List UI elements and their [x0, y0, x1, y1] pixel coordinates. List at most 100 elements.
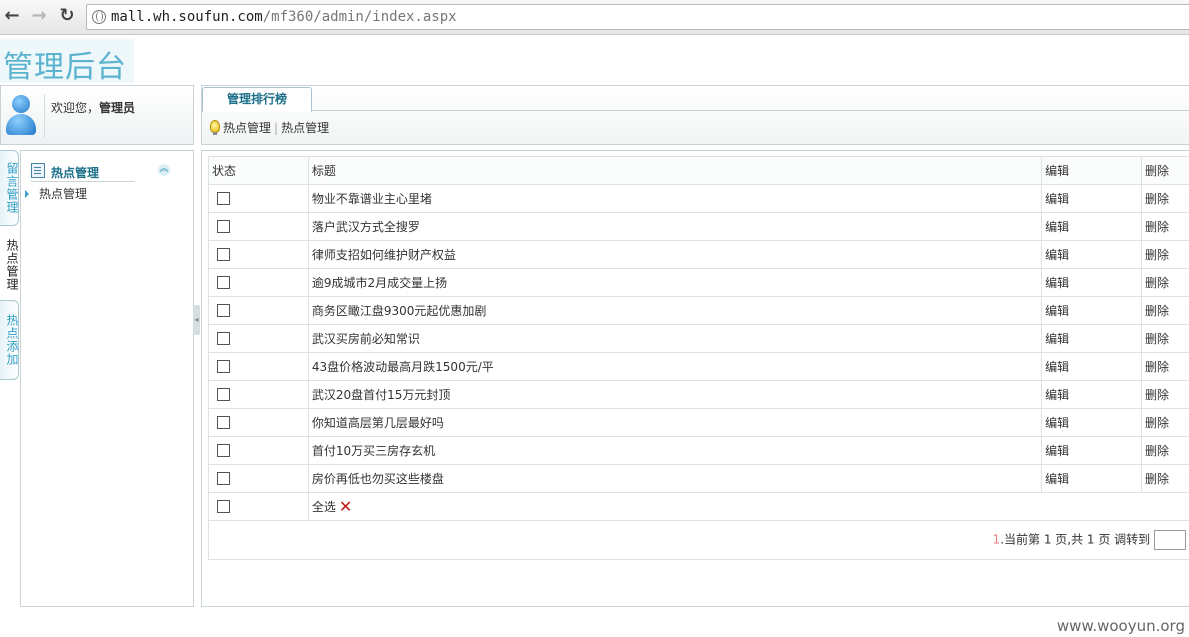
side-tab-hot-add[interactable]: 热点添加 — [0, 300, 19, 380]
select-all-checkbox[interactable] — [217, 499, 230, 513]
row-checkbox[interactable] — [217, 387, 230, 401]
edit-link[interactable]: 编辑 — [1041, 436, 1142, 465]
edit-link[interactable]: 编辑 — [1041, 464, 1142, 493]
url-text: mall.wh.soufun.com/mf360/admin/index.asp… — [111, 9, 457, 25]
side-tab-hot-management[interactable]: 热点管理 — [0, 230, 19, 300]
sidebar-title: 热点管理 — [51, 166, 100, 180]
breadcrumb-item[interactable]: 热点管理 — [281, 121, 329, 135]
column-header-title: 标题 — [307, 156, 1043, 185]
column-header-delete: 删除 — [1141, 156, 1189, 185]
table-row: 落户武汉方式全搜罗 编辑 删除 — [208, 212, 1189, 241]
edit-link[interactable]: 编辑 — [1041, 408, 1142, 437]
logo-text: 管理后台 — [3, 50, 127, 85]
table-header-row: 状态 标题 编辑 删除 — [208, 156, 1189, 185]
logo: 管理后台 — [0, 39, 134, 85]
column-header-status: 状态 — [208, 156, 309, 185]
status-cell — [208, 408, 309, 437]
status-cell — [208, 352, 309, 381]
edit-link[interactable]: 编辑 — [1041, 184, 1142, 213]
browser-toolbar: ← → ↻ mall.wh.soufun.com/mf360/admin/ind… — [0, 0, 1189, 35]
delete-link[interactable]: 删除 — [1141, 352, 1189, 381]
collapse-up-icon[interactable]: ︽ — [158, 164, 170, 176]
sidebar-item-hot-management[interactable]: 热点管理 — [25, 185, 87, 202]
user-panel: 欢迎您，管理员 — [0, 85, 194, 145]
delete-link[interactable]: 删除 — [1141, 436, 1189, 465]
address-bar[interactable]: mall.wh.soufun.com/mf360/admin/index.asp… — [86, 4, 1189, 30]
delete-link[interactable]: 删除 — [1141, 380, 1189, 409]
sidebar: 热点管理 ︽ 热点管理 — [20, 150, 194, 607]
title-cell: 武汉20盘首付15万元封顶 — [307, 380, 1043, 409]
delete-link[interactable]: 删除 — [1141, 212, 1189, 241]
edit-link[interactable]: 编辑 — [1041, 352, 1142, 381]
table-row: 房价再低也勿买这些楼盘 编辑 删除 — [208, 464, 1189, 493]
admin-page: 管理后台 欢迎您，管理员 管理排行榜 热点管理 | 热点管理 留言管理 热点管理 热… — [0, 35, 1189, 637]
delete-link[interactable]: 删除 — [1141, 408, 1189, 437]
document-edit-icon — [31, 163, 45, 178]
table-row: 武汉买房前必知常识 编辑 删除 — [208, 324, 1189, 353]
table-row: 武汉20盘首付15万元封顶 编辑 删除 — [208, 380, 1189, 409]
row-checkbox[interactable] — [217, 303, 230, 317]
row-checkbox[interactable] — [217, 443, 230, 457]
watermark: www.wooyun.org — [1056, 617, 1185, 635]
main-content: 状态 标题 编辑 删除 物业不靠谱业主心里堵 编辑 删除 落户武汉方式全搜罗 编辑 删除律… — [201, 150, 1189, 607]
status-cell — [208, 240, 309, 269]
title-cell: 逾9成城市2月成交量上扬 — [307, 268, 1043, 297]
reload-icon[interactable]: ↻ — [57, 6, 77, 26]
row-checkbox[interactable] — [217, 415, 230, 429]
title-cell: 武汉买房前必知常识 — [307, 324, 1043, 353]
row-checkbox[interactable] — [217, 275, 230, 289]
table-row: 律师支招如何维护财产权益 编辑 删除 — [208, 240, 1189, 269]
edit-link[interactable]: 编辑 — [1041, 240, 1142, 269]
user-name: 管理员 — [99, 101, 136, 115]
title-cell: 你知道高层第几层最好吗 — [307, 408, 1043, 437]
title-cell: 物业不靠谱业主心里堵 — [307, 184, 1043, 213]
table-row: 首付10万买三房存玄机 编辑 删除 — [208, 436, 1189, 465]
edit-link[interactable]: 编辑 — [1041, 268, 1142, 297]
table-row: 商务区瞰江盘9300元起优惠加剧 编辑 删除 — [208, 296, 1189, 325]
select-all-row: 全选 ✕ — [208, 492, 1189, 521]
row-checkbox[interactable] — [217, 359, 230, 373]
row-checkbox[interactable] — [217, 471, 230, 485]
delete-x-icon[interactable]: ✕ — [339, 499, 352, 515]
hot-list-table: 状态 标题 编辑 删除 物业不靠谱业主心里堵 编辑 删除 落户武汉方式全搜罗 编辑 删除律… — [208, 156, 1189, 560]
row-checkbox[interactable] — [217, 191, 230, 205]
edit-link[interactable]: 编辑 — [1041, 380, 1142, 409]
status-cell — [208, 268, 309, 297]
title-cell: 律师支招如何维护财产权益 — [307, 240, 1043, 269]
user-avatar-icon — [4, 95, 38, 135]
status-cell — [208, 324, 309, 353]
title-cell: 首付10万买三房存玄机 — [307, 436, 1043, 465]
status-cell — [208, 380, 309, 409]
delete-link[interactable]: 删除 — [1141, 240, 1189, 269]
delete-link[interactable]: 删除 — [1141, 268, 1189, 297]
edit-link[interactable]: 编辑 — [1041, 324, 1142, 353]
status-cell — [208, 212, 309, 241]
row-checkbox[interactable] — [217, 331, 230, 345]
title-cell: 商务区瞰江盘9300元起优惠加剧 — [307, 296, 1043, 325]
delete-link[interactable]: 删除 — [1141, 324, 1189, 353]
side-tab-strip: 留言管理 热点管理 热点添加 — [0, 150, 20, 606]
side-tab-messages[interactable]: 留言管理 — [0, 150, 19, 226]
delete-link[interactable]: 删除 — [1141, 184, 1189, 213]
page-jump-input[interactable] — [1154, 530, 1186, 550]
pager-text: .当前第 1 页,共 1 页 调转到 — [1000, 532, 1151, 547]
sidebar-header: 热点管理 — [31, 161, 135, 182]
splitter-handle[interactable]: ◂ — [193, 305, 200, 335]
row-checkbox[interactable] — [217, 219, 230, 233]
forward-arrow-icon[interactable]: → — [29, 6, 49, 26]
table-row: 你知道高层第几层最好吗 编辑 删除 — [208, 408, 1189, 437]
edit-link[interactable]: 编辑 — [1041, 296, 1142, 325]
tab-ranking-management[interactable]: 管理排行榜 — [202, 87, 312, 112]
table-row: 物业不靠谱业主心里堵 编辑 删除 — [208, 184, 1189, 213]
back-arrow-icon[interactable]: ← — [2, 6, 22, 26]
edit-link[interactable]: 编辑 — [1041, 212, 1142, 241]
table-row: 逾9成城市2月成交量上扬 编辑 删除 — [208, 268, 1189, 297]
row-checkbox[interactable] — [217, 247, 230, 261]
delete-link[interactable]: 删除 — [1141, 464, 1189, 493]
column-header-edit: 编辑 — [1041, 156, 1142, 185]
select-all-label[interactable]: 全选 — [312, 500, 336, 514]
pager-row: 1.当前第 1 页,共 1 页 调转到 — [208, 520, 1189, 560]
breadcrumb-item[interactable]: 热点管理 — [223, 121, 271, 135]
delete-link[interactable]: 删除 — [1141, 296, 1189, 325]
tab-bar: 管理排行榜 热点管理 | 热点管理 — [201, 85, 1189, 145]
